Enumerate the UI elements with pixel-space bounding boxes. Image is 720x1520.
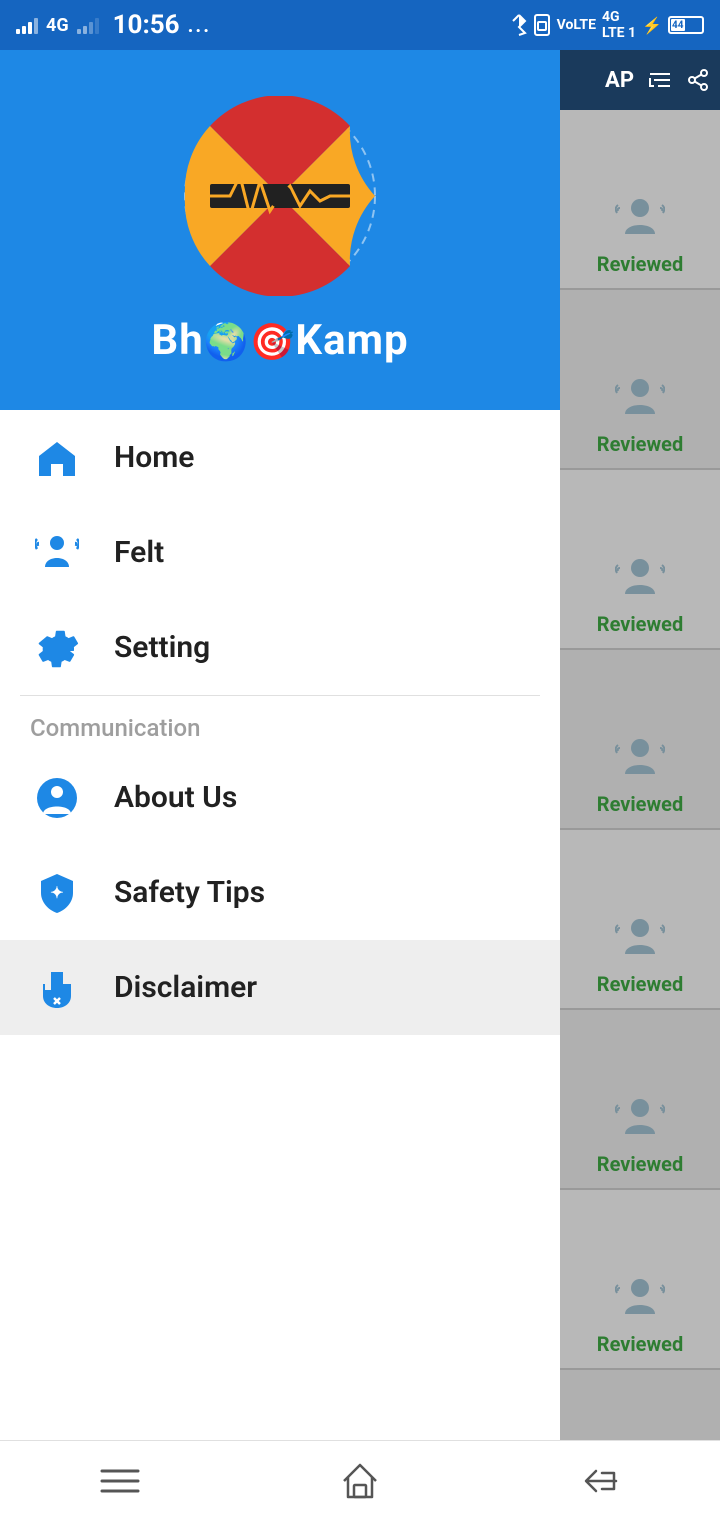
list-item: Reviewed [560, 110, 720, 290]
list-item: Reviewed [560, 470, 720, 650]
person-icon [613, 732, 667, 786]
network-type: 4G [46, 15, 69, 36]
bottom-menu-button[interactable] [80, 1451, 160, 1511]
content-behind: AP [560, 50, 720, 1520]
home-icon [30, 431, 84, 485]
reviewed-label: Reviewed [597, 1332, 683, 1356]
ap-label: AP [605, 68, 634, 93]
sort-icon[interactable] [648, 68, 672, 92]
status-right: VoLTE 4GLTE 1 ⚡ 44 [511, 9, 704, 41]
list-item: Reviewed [560, 650, 720, 830]
sidebar-item-setting[interactable]: Setting [0, 600, 560, 695]
network-4g-lte: 4GLTE 1 [602, 9, 636, 41]
bottom-back-button[interactable] [560, 1451, 640, 1511]
person-icon [613, 372, 667, 426]
setting-label: Setting [114, 630, 210, 665]
sidebar-item-safety-tips[interactable]: ✦ Safety Tips [0, 845, 560, 940]
communication-section-header: Communication [0, 696, 560, 750]
person-icon [613, 192, 667, 246]
sidebar-item-disclaimer[interactable]: Disclaimer [0, 940, 560, 1035]
status-bar: 4G 10:56 ... VoLTE 4GLTE [0, 0, 720, 50]
volte-icon: VoLTE [557, 17, 596, 33]
home-label: Home [114, 440, 194, 475]
sidebar-item-about-us[interactable]: About Us [0, 750, 560, 845]
reviewed-label: Reviewed [597, 972, 683, 996]
app-name: Bh🌍🎯Kamp [151, 316, 408, 365]
reviewed-label: Reviewed [597, 252, 683, 276]
person-icon [613, 552, 667, 606]
battery-level: 44 [672, 20, 683, 31]
share-icon[interactable] [686, 68, 710, 92]
secondary-signal [77, 16, 99, 34]
bluetooth-icon [511, 14, 527, 36]
sidebar-item-felt[interactable]: Felt [0, 505, 560, 600]
reviewed-label: Reviewed [597, 612, 683, 636]
shield-icon: ✦ [30, 866, 84, 920]
list-item: Reviewed [560, 830, 720, 1010]
person-circle-icon [30, 771, 84, 825]
hand-stop-icon [30, 961, 84, 1015]
sidebar-item-home[interactable]: Home [0, 410, 560, 505]
reviewed-list: Reviewed Reviewed [560, 110, 720, 1520]
disclaimer-label: Disclaimer [114, 970, 257, 1005]
felt-label: Felt [114, 535, 164, 570]
app-logo [180, 96, 380, 296]
battery-icon: 44 [668, 16, 704, 34]
person-icon [613, 912, 667, 966]
list-item: Reviewed [560, 1010, 720, 1190]
list-item: Reviewed [560, 290, 720, 470]
content-header: AP [560, 50, 720, 110]
list-item: Reviewed [560, 1190, 720, 1370]
main-wrapper: AP [0, 50, 720, 1520]
bottom-navigation-bar [0, 1440, 720, 1520]
signal-icon [16, 16, 38, 34]
reviewed-label: Reviewed [597, 432, 683, 456]
sim-icon [533, 14, 551, 36]
person-icon [613, 1272, 667, 1326]
navigation-drawer: Bh🌍🎯Kamp Home [0, 50, 560, 1520]
reviewed-label: Reviewed [597, 1152, 683, 1176]
felt-icon [30, 526, 84, 580]
nav-list: Home Felt [0, 410, 560, 1520]
drawer-header: Bh🌍🎯Kamp [0, 50, 560, 410]
reviewed-label: Reviewed [597, 792, 683, 816]
more-dots: ... [188, 13, 211, 37]
bottom-home-button[interactable] [320, 1451, 400, 1511]
status-left: 4G 10:56 ... [16, 10, 211, 40]
person-icon [613, 1092, 667, 1146]
svg-text:✦: ✦ [50, 883, 63, 902]
time: 10:56 [113, 10, 180, 40]
safety-tips-label: Safety Tips [114, 875, 265, 910]
charging-icon: ⚡ [642, 16, 662, 35]
about-us-label: About Us [114, 780, 237, 815]
settings-icon [30, 621, 84, 675]
